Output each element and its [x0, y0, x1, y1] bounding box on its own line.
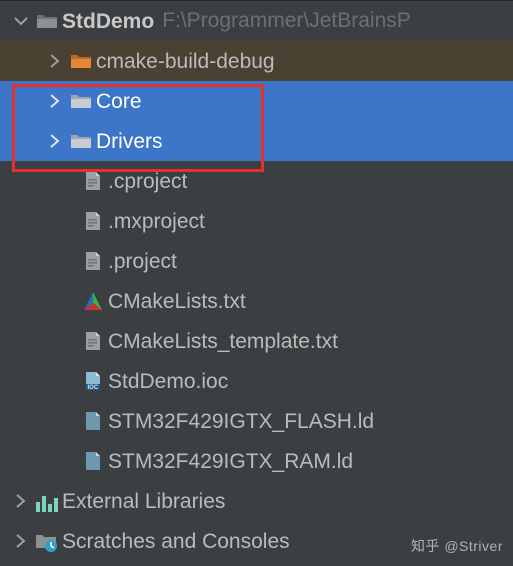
tree-item-mxproject[interactable]: .mxproject	[0, 201, 513, 241]
tree-item-drivers[interactable]: Drivers	[0, 121, 513, 161]
tree-item-label: STM32F429IGTX_FLASH.ld	[108, 411, 374, 432]
file-icon	[78, 170, 108, 192]
tree-item-label: cmake-build-debug	[96, 51, 275, 72]
folder-icon	[32, 10, 62, 32]
tree-item-cproject[interactable]: .cproject	[0, 161, 513, 201]
tree-item-label: Drivers	[96, 131, 163, 152]
tree-item-label: Scratches and Consoles	[62, 531, 290, 552]
tree-item-label: CMakeLists.txt	[108, 291, 246, 312]
tree-item-cmakelists[interactable]: CMakeLists.txt	[0, 281, 513, 321]
tree-item-label: StdDemo.ioc	[108, 371, 228, 392]
tree-item-cmake-build-debug[interactable]: cmake-build-debug	[0, 41, 513, 81]
ld-file-icon	[78, 450, 108, 472]
tree-item-project-root[interactable]: StdDemo F:\Programmer\JetBrainsP	[0, 1, 513, 41]
chevron-right-icon[interactable]	[44, 132, 66, 150]
file-icon	[78, 330, 108, 352]
file-icon	[78, 250, 108, 272]
ioc-icon	[78, 370, 108, 392]
tree-item-project[interactable]: .project	[0, 241, 513, 281]
chevron-right-icon[interactable]	[10, 532, 32, 550]
ld-file-icon	[78, 410, 108, 432]
tree-item-label: .mxproject	[108, 211, 205, 232]
tree-item-ram-ld[interactable]: STM32F429IGTX_RAM.ld	[0, 441, 513, 481]
tree-item-label: .cproject	[108, 171, 187, 192]
chevron-down-icon[interactable]	[10, 12, 32, 30]
tree-item-cmakelists-template[interactable]: CMakeLists_template.txt	[0, 321, 513, 361]
cmake-icon	[78, 290, 108, 312]
chevron-right-icon[interactable]	[44, 92, 66, 110]
folder-icon	[66, 130, 96, 152]
project-name: StdDemo	[62, 11, 154, 32]
tree-item-core[interactable]: Core	[0, 81, 513, 121]
project-path: F:\Programmer\JetBrainsP	[162, 9, 411, 33]
scratches-icon	[32, 530, 62, 552]
tree-item-label: STM32F429IGTX_RAM.ld	[108, 451, 353, 472]
tree-item-label: Core	[96, 91, 142, 112]
chevron-right-icon[interactable]	[44, 52, 66, 70]
folder-icon	[66, 50, 96, 72]
chevron-right-icon[interactable]	[10, 492, 32, 510]
external-libraries-icon	[32, 490, 62, 512]
project-tree: StdDemo F:\Programmer\JetBrainsP cmake-b…	[0, 0, 513, 561]
tree-item-ioc[interactable]: StdDemo.ioc	[0, 361, 513, 401]
tree-item-external-libraries[interactable]: External Libraries	[0, 481, 513, 521]
tree-item-label: CMakeLists_template.txt	[108, 331, 338, 352]
tree-item-label: External Libraries	[62, 491, 225, 512]
tree-item-label: .project	[108, 251, 177, 272]
file-icon	[78, 210, 108, 232]
tree-item-flash-ld[interactable]: STM32F429IGTX_FLASH.ld	[0, 401, 513, 441]
folder-icon	[66, 90, 96, 112]
tree-item-scratches[interactable]: Scratches and Consoles	[0, 521, 513, 561]
